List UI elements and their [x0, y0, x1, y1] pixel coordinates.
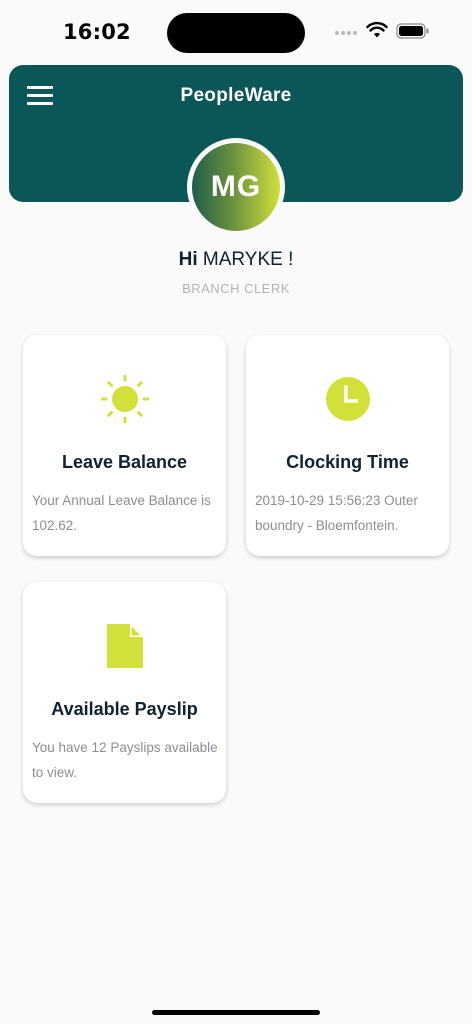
card-title: Leave Balance [61, 452, 188, 472]
avatar-initials: MG [192, 143, 280, 231]
card-description: Your Annual Leave Balance is 102.62. [32, 493, 211, 533]
clocking-time-card[interactable]: Clocking Time 2019-10-29 15:56:23 Outer … [246, 335, 449, 556]
card-title: Available Payslip [51, 699, 198, 719]
battery-icon [396, 23, 429, 39]
dynamic-island [167, 13, 305, 53]
greeting-prefix: Hi [178, 249, 198, 270]
available-payslip-card[interactable]: Available Payslip You have 12 Payslips a… [23, 582, 226, 803]
status-bar: 16:02 [0, 0, 472, 64]
cellular-signal-icon [335, 31, 359, 37]
card-description: You have 12 Payslips available to view. [32, 740, 218, 780]
leave-balance-card[interactable]: Leave Balance Your Annual Leave Balance … [23, 335, 226, 556]
status-time: 16:02 [63, 20, 131, 44]
wifi-icon [366, 21, 388, 38]
avatar[interactable]: MG [187, 138, 285, 236]
user-role: BRANCH CLERK [182, 281, 290, 296]
app-title: PeopleWare [180, 85, 292, 106]
card-title: Clocking Time [286, 452, 409, 472]
clock-icon [326, 377, 370, 421]
card-description: 2019-10-29 15:56:23 Outer boundry - Bloe… [255, 493, 418, 533]
home-indicator[interactable] [152, 1010, 320, 1015]
user-name: MARYKE ! [202, 249, 294, 270]
document-icon [107, 624, 143, 668]
sun-icon [101, 375, 149, 423]
greeting: Hi MARYKE ! [0, 249, 472, 271]
